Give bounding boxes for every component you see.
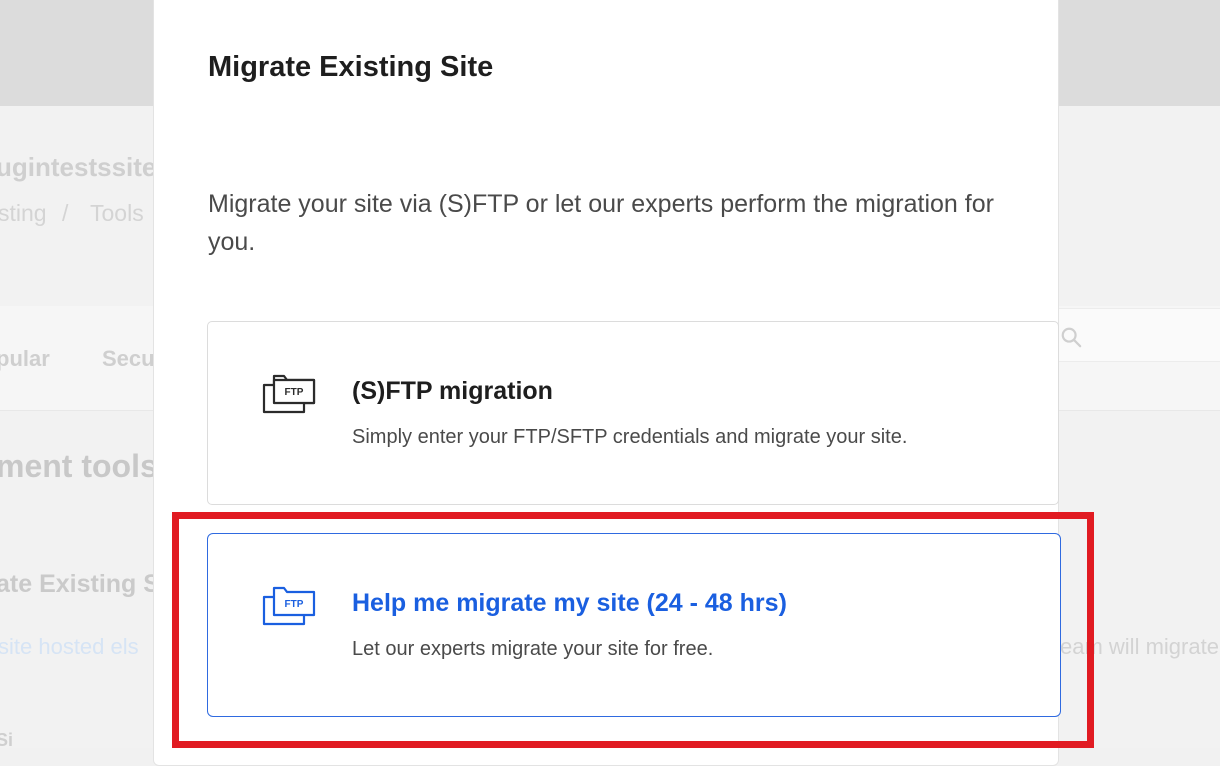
background-site-name: ugintestssite: [0, 152, 157, 182]
help-me-migrate-option[interactable]: FTP Help me migrate my site (24 - 48 hrs…: [207, 533, 1061, 717]
background-breadcrumb-item: Tools: [90, 200, 144, 226]
modal-title: Migrate Existing Site: [208, 51, 494, 83]
migrate-site-modal: Migrate Existing Site Migrate your site …: [153, 0, 1061, 766]
background-card-title: ate Existing S: [0, 570, 160, 598]
option-description: Simply enter your FTP/SFTP credentials a…: [352, 426, 908, 448]
background-tab: pular: [0, 346, 50, 371]
background-card-description: site hosted els: [0, 634, 139, 659]
option-title: Help me migrate my site (24 - 48 hrs): [352, 589, 787, 617]
option-description: Let our experts migrate your site for fr…: [352, 638, 714, 660]
ftp-icon-label: FTP: [285, 599, 304, 610]
ftp-folder-icon: FTP: [262, 374, 316, 414]
option-title: (S)FTP migration: [352, 377, 553, 405]
ftp-icon-label: FTP: [285, 387, 304, 398]
background-tab: Secu: [102, 346, 155, 371]
background-breadcrumb-separator: /: [62, 200, 69, 226]
ftp-folder-icon: FTP: [262, 586, 316, 626]
sftp-migration-option[interactable]: FTP (S)FTP migration Simply enter your F…: [207, 321, 1059, 505]
background-card-description: eam will migrate: [1060, 634, 1219, 659]
background-breadcrumb-item: sting: [0, 200, 47, 226]
search-icon: [1061, 327, 1082, 348]
modal-description: Migrate your site via (S)FTP or let our …: [208, 190, 994, 256]
background-section-heading: ment tools: [0, 448, 158, 484]
